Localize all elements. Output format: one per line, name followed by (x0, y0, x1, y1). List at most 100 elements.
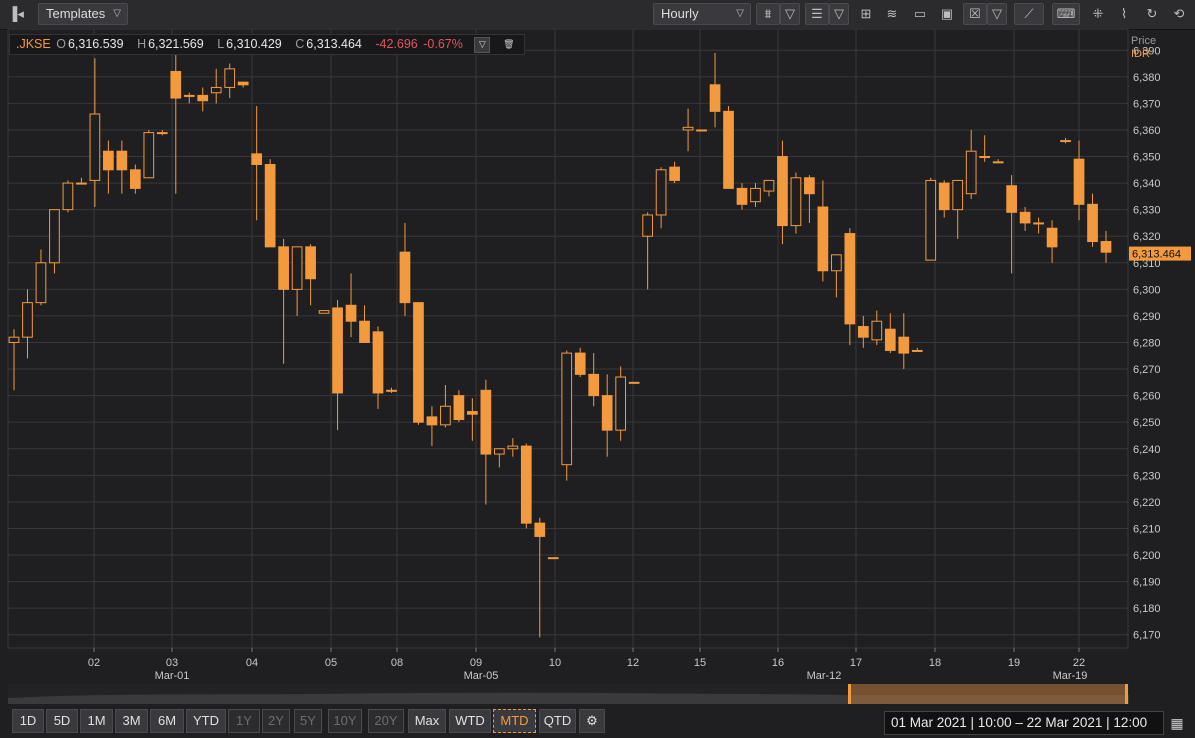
keyboard-icon[interactable]: ⌨ (1052, 3, 1080, 25)
y-tick-label: 6,320 (1133, 231, 1161, 243)
range-button-qtd[interactable]: QTD (539, 709, 576, 733)
range-button-wtd[interactable]: WTD (449, 709, 491, 733)
draw-tools-icon[interactable]: ⌇ (1112, 3, 1136, 25)
chevron-down-icon: ▽ (113, 8, 121, 19)
range-button-2y[interactable]: 2Y (262, 709, 290, 733)
interval-dropdown[interactable]: Hourly ▽ (653, 3, 751, 25)
candle-body-down (992, 161, 1004, 164)
candle-body-up (210, 86, 222, 94)
excel-chevron-icon[interactable]: ▽ (987, 3, 1007, 25)
y-tick-label: 6,280 (1133, 337, 1161, 349)
candle (318, 310, 330, 314)
candle-body-down (1006, 185, 1017, 213)
range-button-ytd[interactable]: YTD (186, 709, 226, 733)
candle-body-down (359, 320, 370, 343)
candle (628, 381, 640, 384)
range-button-20y[interactable]: 20Y (368, 709, 404, 733)
candle-body-up (318, 310, 330, 314)
price-chart[interactable]: 6,170 6,180 6,190 6,200 6,210 6,220 6,230 6,240… (0, 29, 1195, 684)
range-button-max[interactable]: Max (408, 709, 446, 733)
calendar-icon[interactable]: ▦ (1166, 711, 1188, 735)
candle-body-up (871, 320, 883, 341)
candle (413, 302, 424, 425)
range-button-6m[interactable]: 6M (150, 709, 184, 733)
range-button-1d[interactable]: 1D (12, 709, 44, 733)
range-button-5y[interactable]: 5Y (294, 709, 322, 733)
y-tick-label: 6,230 (1133, 470, 1161, 482)
history-icon[interactable]: ⟲ (1167, 3, 1191, 25)
x-tick-label: 02 (88, 657, 100, 669)
analysis-icon[interactable]: ⟋ (1014, 3, 1044, 25)
range-button-5d[interactable]: 5D (46, 709, 78, 733)
candle-body-down (911, 349, 923, 352)
y-tick-label: 6,370 (1133, 98, 1161, 110)
x-week-label: Mar-05 (464, 670, 499, 682)
templates-dropdown[interactable]: Templates ▽ (38, 3, 128, 25)
candle-body-down (938, 182, 950, 211)
candle-body-up (22, 302, 33, 338)
last-price-tag: 6,313.464 (1129, 246, 1191, 261)
last-price-label: 6,313.464 (1132, 249, 1181, 261)
candle-body-down (480, 389, 492, 455)
candle-body-down (103, 150, 114, 171)
candle-body-down (520, 445, 532, 524)
range-button-10y[interactable]: 10Y (328, 709, 362, 733)
range-button-3m[interactable]: 3M (115, 709, 148, 733)
candle-body-down (372, 331, 384, 394)
legend-menu-chevron-icon[interactable]: ▽ (474, 36, 491, 53)
collapse-panel-icon[interactable]: ▐◂ (4, 3, 28, 25)
interval-label: Hourly (661, 6, 699, 21)
navigator-selection[interactable] (849, 684, 1127, 704)
low-key: L (217, 37, 225, 51)
candle-body-down (804, 177, 815, 195)
excel-icon[interactable]: ☒ (963, 3, 987, 25)
candle-body-down (345, 304, 357, 322)
refresh-icon[interactable]: ↻ (1140, 3, 1164, 25)
gear-icon[interactable]: ⚙ (579, 709, 605, 733)
symbol-label[interactable]: .JKSE (16, 37, 51, 51)
candle-body-down (386, 389, 397, 392)
candle-body-down (413, 302, 424, 423)
candle (790, 172, 802, 234)
candle-body-down (332, 307, 343, 394)
chevron-down-icon: ▽ (736, 8, 744, 19)
candle-body-down (426, 416, 438, 426)
x-tick-label: 19 (1008, 657, 1020, 669)
wave-icon[interactable]: ≋ (880, 3, 904, 25)
candle (615, 366, 627, 441)
candle-body-down (399, 251, 411, 304)
trash-icon[interactable]: 🗑 (502, 38, 516, 52)
folder-icon[interactable]: ▭ (908, 3, 932, 25)
studies-list-icon[interactable]: ☰ (805, 3, 829, 25)
x-week-label: Mar-19 (1053, 670, 1088, 682)
navigator-scroller[interactable] (8, 684, 1129, 704)
candle-body-up (224, 68, 236, 88)
candle-body-down (264, 163, 276, 248)
candle-body-down (1100, 241, 1112, 253)
date-range-field[interactable]: 01 Mar 2021 | 10:00 – 22 Mar 2021 | 12:0… (884, 711, 1164, 735)
y-tick-label: 6,170 (1133, 630, 1161, 642)
x-week-label: Mar-01 (155, 670, 190, 682)
navigator-left-handle[interactable] (848, 684, 851, 704)
crosshair-icon[interactable]: ⁜ (1086, 3, 1110, 25)
candle-body-up (952, 179, 964, 211)
candle (696, 129, 707, 132)
candle-body-down (1073, 158, 1085, 205)
navigator-right-handle[interactable] (1125, 684, 1128, 704)
y-tick-label: 6,260 (1133, 391, 1161, 403)
x-tick-label: 04 (246, 657, 258, 669)
save-icon[interactable]: ▣ (935, 3, 959, 25)
candle-body-up (831, 254, 842, 272)
studies-chevron-icon[interactable]: ▽ (829, 3, 849, 25)
range-button-mtd[interactable]: MTD (493, 709, 536, 733)
candle (925, 177, 937, 261)
chart-type-chevron-icon[interactable]: ▽ (780, 3, 800, 25)
compare-icon[interactable]: ⊞ (854, 3, 878, 25)
range-button-1m[interactable]: 1M (80, 709, 113, 733)
candle-body-down (736, 187, 748, 205)
chart-type-icon[interactable]: ⩩ (756, 3, 780, 25)
range-bar: 1D 5D 1M 3M 6M YTD 1Y 2Y 5Y 10Y 20Y Max WTD MTD QTD ⚙ … (0, 704, 1195, 738)
templates-label: Templates (46, 6, 106, 21)
candle-body-down (898, 336, 910, 354)
range-button-1y[interactable]: 1Y (228, 709, 260, 733)
